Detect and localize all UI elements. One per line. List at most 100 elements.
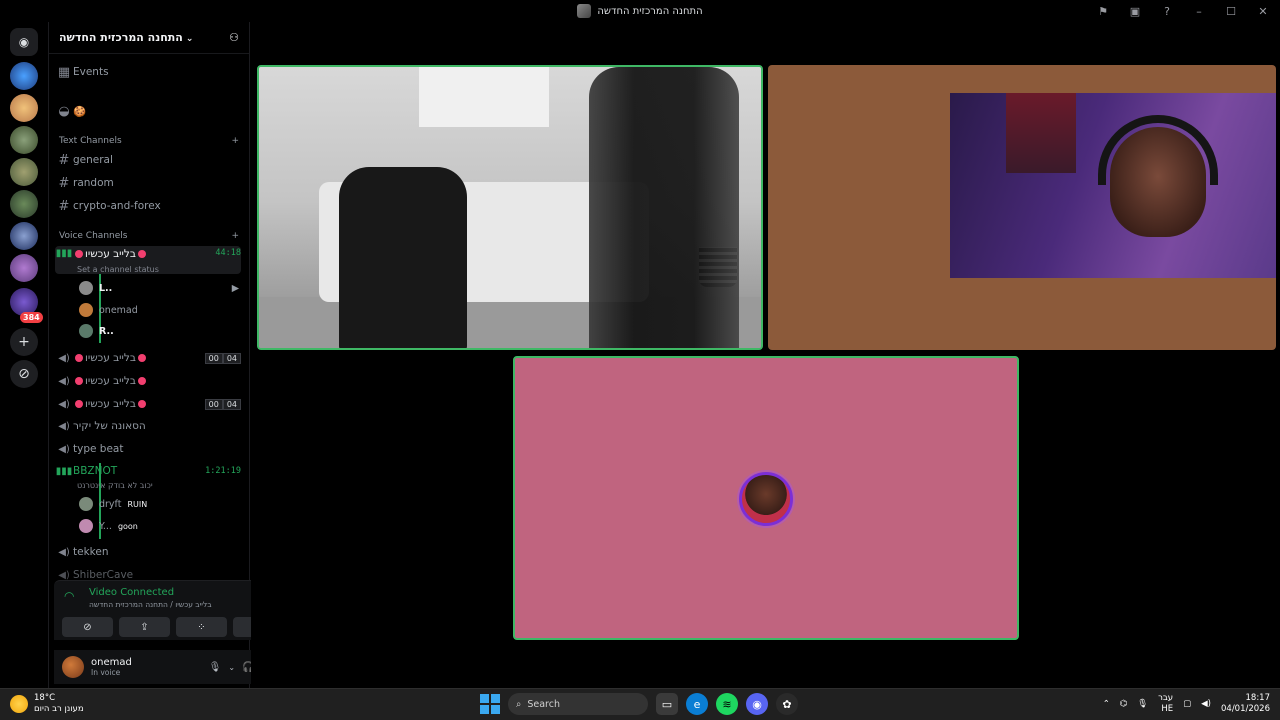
server-folder-icon[interactable]	[10, 254, 38, 282]
speaker-icon: ◀)	[58, 546, 70, 558]
chevron-down-icon: ⌄	[185, 34, 194, 44]
channel-general[interactable]: # general	[55, 150, 241, 170]
edge-icon[interactable]: e	[686, 693, 708, 715]
minimize-icon[interactable]: –	[1190, 2, 1208, 20]
server-icon[interactable]	[10, 94, 38, 122]
volume-icon[interactable]: ◀)	[1201, 699, 1211, 709]
discord-home-icon[interactable]: ◉	[10, 28, 38, 56]
camera-toggle-button[interactable]: ⊘	[62, 617, 113, 637]
avatar[interactable]	[62, 656, 84, 678]
voice-active-icon: ▮▮▮	[55, 465, 73, 477]
maximize-icon[interactable]: ☐	[1222, 2, 1240, 20]
user-limit-badge: 00 04	[204, 398, 241, 410]
app-icon[interactable]: ✿	[776, 693, 798, 715]
video-tile-avatar[interactable]	[513, 356, 1019, 640]
server-icon[interactable]	[10, 62, 38, 90]
voice-member[interactable]: dryft RUIN	[79, 494, 239, 514]
channel-label: בלייב עכשיו	[85, 352, 136, 364]
add-server-icon[interactable]: +	[10, 328, 38, 356]
voice-channel[interactable]: ◀) בלייב עכשיו 00 04	[55, 394, 241, 414]
server-name: התחנה המרכזית החדשה	[59, 31, 183, 44]
voice-channel[interactable]: ◀) type beat	[55, 439, 241, 459]
chevron-up-icon[interactable]: ⌃	[1103, 699, 1110, 709]
channel-sidebar: התחנה המרכזית החדשה ⌄ ⚇ ▦ Events ◒ 🍪 Text…	[48, 22, 294, 688]
voice-location[interactable]: בלייב עכשיו / התחנה המרכזית החדשה	[89, 600, 212, 609]
invite-icon[interactable]: ⚇	[229, 31, 239, 44]
voice-member[interactable]: L.. ▶	[79, 278, 239, 298]
voice-channel[interactable]: ◀) בלייב עכשיו 00 04	[55, 348, 241, 368]
start-icon[interactable]	[480, 694, 500, 714]
voice-timer: 1:21:19	[205, 466, 241, 476]
network-icon[interactable]: ⌬	[1120, 699, 1127, 709]
channel-label: general	[73, 154, 113, 166]
boost-icon: ◒	[58, 103, 70, 119]
server-icon[interactable]	[10, 222, 38, 250]
voice-active-icon: ▮▮▮	[55, 248, 73, 259]
member-name: L..	[99, 282, 113, 294]
weather-widget[interactable]: 18°C מעונן רב היום	[10, 693, 84, 715]
speaker-icon: ◀)	[58, 398, 70, 410]
window-titlebar: התחנה המרכזית החדשה ⚑ ▣ ? – ☐ ✕	[0, 0, 1280, 22]
voice-member[interactable]: R..	[79, 321, 239, 341]
add-channel-icon[interactable]: +	[231, 136, 239, 146]
events-row[interactable]: ▦ Events	[55, 62, 241, 82]
channel-crypto[interactable]: # crypto-and-forex	[55, 196, 241, 216]
channel-label: crypto-and-forex	[73, 200, 161, 212]
member-tag: RUIN	[127, 499, 148, 509]
video-tile-camera[interactable]	[257, 65, 763, 350]
language-indicator[interactable]: עבר HE	[1158, 693, 1173, 715]
discord-icon[interactable]: ◉	[746, 693, 768, 715]
channel-label: הסאונה של יקיר	[73, 420, 146, 432]
channel-random[interactable]: # random	[55, 173, 241, 193]
channel-label: BBZNOT	[73, 465, 118, 477]
server-header[interactable]: התחנה המרכזית החדשה ⌄ ⚇	[49, 22, 249, 54]
inbox-flag-icon[interactable]: ⚑	[1094, 2, 1112, 20]
user-name[interactable]: onemad	[91, 657, 132, 668]
add-channel-icon[interactable]: +	[231, 231, 239, 241]
server-icon[interactable]	[10, 126, 38, 154]
window-title: התחנה המרכזית החדשה	[597, 5, 703, 17]
voice-member[interactable]: Y... goon	[79, 516, 239, 536]
member-name: onemad	[99, 304, 138, 316]
hash-icon: #	[58, 198, 70, 214]
task-view-icon[interactable]: ▭	[656, 693, 678, 715]
windows-taskbar: 18°C מעונן רב היום ⌕ Search ▭ e ≋ ◉ ✿ ⌃ …	[0, 688, 1280, 720]
display-icon[interactable]: ▢	[1183, 699, 1191, 709]
boosts-row[interactable]: ◒ 🍪	[55, 101, 241, 121]
voice-channel[interactable]: ◀) בלייב עכשיו	[55, 371, 241, 391]
close-icon[interactable]: ✕	[1254, 2, 1272, 20]
voice-timer: 44:18	[215, 248, 241, 258]
voice-channel[interactable]: ◀) הסאונה של יקיר	[55, 416, 241, 436]
discover-icon[interactable]: ⊘	[10, 360, 38, 388]
voice-channel[interactable]: ◀) tekken	[55, 542, 241, 562]
microphone-icon[interactable]: 🎙	[209, 662, 222, 673]
camera-icon: ▶	[231, 282, 239, 294]
clock[interactable]: 18:17 04/01/2026	[1221, 693, 1270, 715]
server-rail: ◉ 384 + ⊘	[0, 22, 48, 688]
spotify-icon[interactable]: ≋	[716, 693, 738, 715]
weather-icon	[10, 695, 28, 713]
microphone-icon[interactable]: 🎙	[1137, 699, 1148, 709]
help-icon[interactable]: ?	[1158, 2, 1176, 20]
search-label: Search	[527, 698, 560, 710]
server-icon[interactable]	[10, 158, 38, 186]
voice-channels-category[interactable]: Voice Channels +	[59, 231, 239, 241]
category-label: Voice Channels	[59, 231, 128, 241]
server-icon[interactable]	[10, 190, 38, 218]
taskbar-search[interactable]: ⌕ Search	[508, 693, 648, 715]
screen-share-button[interactable]: ⇪	[119, 617, 170, 637]
chevron-down-icon[interactable]: ⌄	[228, 663, 235, 672]
member-name: dryft	[99, 498, 122, 510]
hash-icon: #	[58, 175, 70, 191]
activities-button[interactable]: ⁘	[176, 617, 227, 637]
voice-status[interactable]: Video Connected	[89, 587, 174, 598]
channel-status[interactable]: Set a channel status	[77, 265, 159, 274]
voice-member[interactable]: onemad	[79, 300, 239, 320]
text-channels-category[interactable]: Text Channels +	[59, 136, 239, 146]
speaker-icon: ◀)	[58, 420, 70, 432]
signal-icon[interactable]: ◠	[64, 589, 74, 603]
inbox-icon[interactable]: ▣	[1126, 2, 1144, 20]
channel-label: בלייב עכשיו	[85, 375, 136, 387]
video-tile-webcam[interactable]	[768, 65, 1276, 350]
voice-channel-bbznot[interactable]: ▮▮▮ BBZNOT 1:21:19	[55, 461, 241, 481]
